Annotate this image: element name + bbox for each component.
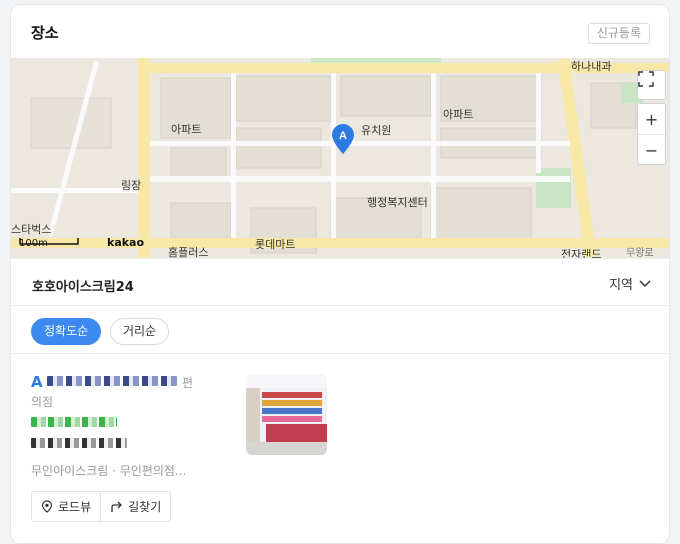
chevron-down-icon (639, 279, 651, 287)
sort-options: 정확도순 거리순 (11, 306, 669, 354)
places-card: 장소 신규등록 유치원 행정복지센터 롯데마트 홈플러스 스타벅스 전자랜드 무… (10, 4, 670, 544)
result-actions: 로드뷰 길찾기 (31, 491, 172, 522)
map-marker[interactable]: A (332, 124, 354, 154)
turn-arrow-icon (111, 501, 123, 512)
result-category-1: 편 (182, 376, 194, 390)
map-provider-logo: kakao (107, 236, 145, 249)
svg-text:A: A (339, 130, 347, 142)
map-label-homeplus: 홈플러스 (168, 246, 209, 258)
redacted-name (47, 376, 177, 386)
map-label-electroland: 전자랜드 (561, 248, 602, 258)
map-base (11, 58, 669, 258)
map-label-apartment-2: 아파트 (443, 108, 474, 121)
map-view[interactable]: 유치원 행정복지센터 롯데마트 홈플러스 스타벅스 전자랜드 무왕로 아파트 아… (11, 58, 669, 258)
store-header: 호호아이스크림24 지역 (11, 258, 669, 306)
location-pin-icon (41, 500, 53, 513)
map-label-rink: 링장 (121, 179, 142, 192)
result-item[interactable]: A 편 의점 무인아이스크림 · 무인편의점... 로드뷰 길찾기 (11, 354, 669, 543)
map-label-clinic: 하나내과 (571, 60, 612, 73)
map-label-apartment-1: 아파트 (171, 123, 202, 136)
roadview-button[interactable]: 로드뷰 (32, 492, 102, 521)
result-category-2: 의점 (31, 395, 54, 409)
store-name: 호호아이스크림24 (32, 280, 134, 295)
map-label-lotte-mart: 롯데마트 (255, 238, 296, 251)
scale-bar-icon (19, 238, 79, 245)
redacted-phone (31, 417, 117, 427)
redacted-address (31, 438, 127, 448)
region-label: 지역 (609, 278, 633, 293)
map-label-road: 무왕로 (626, 248, 654, 258)
result-tags: 무인아이스크림 · 무인편의점... (31, 464, 187, 478)
map-scale: 100m (19, 238, 79, 249)
fullscreen-button[interactable] (637, 70, 666, 100)
region-dropdown[interactable]: 지역 (609, 274, 651, 293)
zoom-out-button[interactable]: − (638, 135, 665, 166)
directions-button[interactable]: 길찾기 (101, 492, 170, 521)
register-button[interactable]: 신규등록 (587, 23, 650, 44)
store-photo[interactable] (246, 374, 327, 455)
zoom-control: + − (637, 103, 666, 165)
card-title: 장소 (31, 24, 59, 42)
sort-accuracy-chip[interactable]: 정확도순 (31, 318, 102, 345)
sort-distance-chip[interactable]: 거리순 (110, 318, 170, 345)
expand-icon (638, 71, 654, 87)
result-rank: A (31, 373, 43, 391)
zoom-in-button[interactable]: + (638, 104, 665, 135)
map-label-starbucks: 스타벅스 (11, 223, 52, 236)
map-label-kindergarten: 유치원 (361, 124, 392, 137)
card-header: 장소 신규등록 (11, 5, 669, 58)
map-label-community-center: 행정복지센터 (367, 196, 428, 209)
